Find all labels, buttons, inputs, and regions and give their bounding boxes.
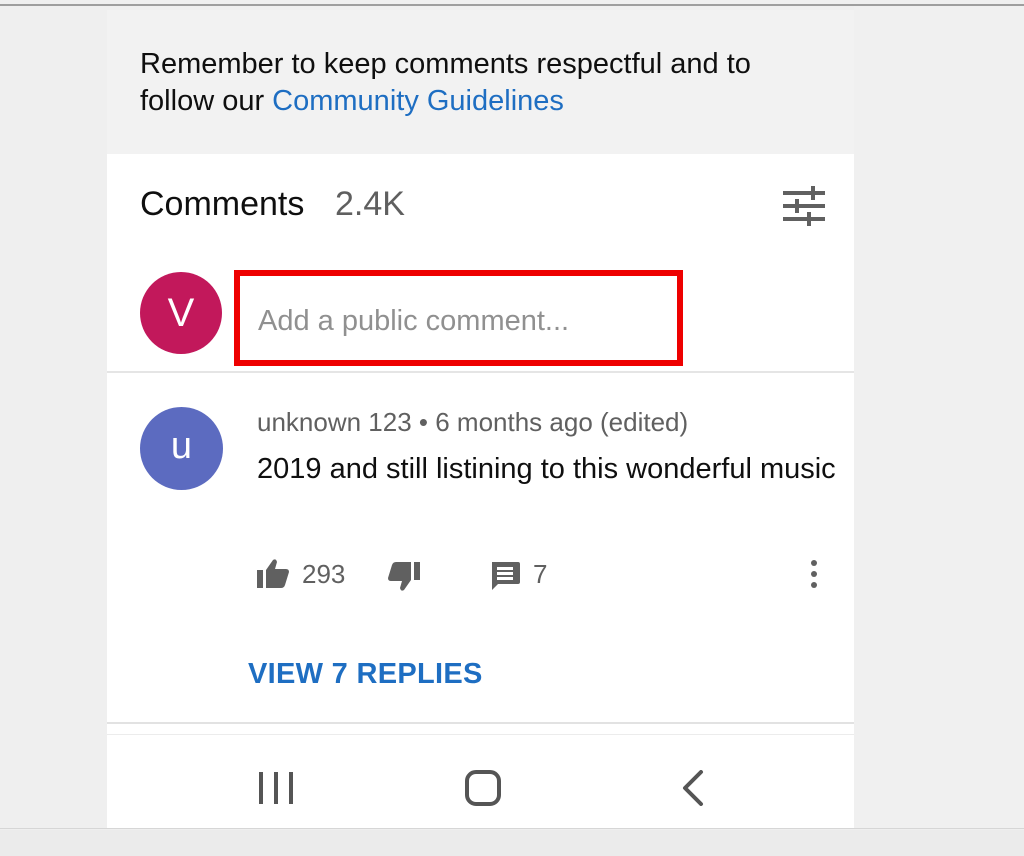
- background-margin: [854, 6, 1024, 828]
- comments-count: 2.4K: [335, 185, 405, 223]
- guidelines-banner: Remember to keep comments respectful and…: [107, 10, 854, 154]
- comments-title: Comments: [140, 185, 305, 223]
- guidelines-text: Remember to keep comments respectful and…: [140, 46, 830, 120]
- comment-input-highlight: [234, 270, 683, 366]
- home-icon[interactable]: [465, 770, 501, 806]
- add-comment-input[interactable]: [256, 300, 680, 342]
- more-options-icon[interactable]: [807, 558, 821, 590]
- bottom-band: [0, 830, 1024, 856]
- thumbs-down-icon[interactable]: [388, 562, 420, 592]
- recents-icon[interactable]: [259, 772, 293, 804]
- divider: [107, 371, 854, 373]
- divider: [107, 722, 854, 724]
- user-avatar[interactable]: V: [140, 272, 222, 354]
- view-replies-button[interactable]: VIEW 7 REPLIES: [248, 656, 483, 692]
- community-guidelines-link[interactable]: Community Guidelines: [272, 85, 564, 117]
- thumbs-up-icon[interactable]: [257, 558, 289, 588]
- back-icon[interactable]: [681, 770, 705, 806]
- comment-text: 2019 and still listining to this wonderf…: [257, 453, 836, 485]
- reply-count: 7: [533, 559, 548, 589]
- user-avatar-letter: V: [167, 291, 195, 335]
- like-count: 293: [302, 559, 346, 589]
- commenter-avatar[interactable]: u: [140, 407, 223, 490]
- divider: [107, 734, 854, 735]
- comment-meta: unknown 123 • 6 months ago (edited): [257, 407, 689, 437]
- commenter-avatar-letter: u: [170, 425, 193, 467]
- sort-filter-icon[interactable]: [783, 186, 825, 226]
- reply-icon[interactable]: [490, 562, 520, 590]
- bottom-border: [0, 828, 1024, 829]
- comments-panel: Remember to keep comments respectful and…: [107, 10, 854, 828]
